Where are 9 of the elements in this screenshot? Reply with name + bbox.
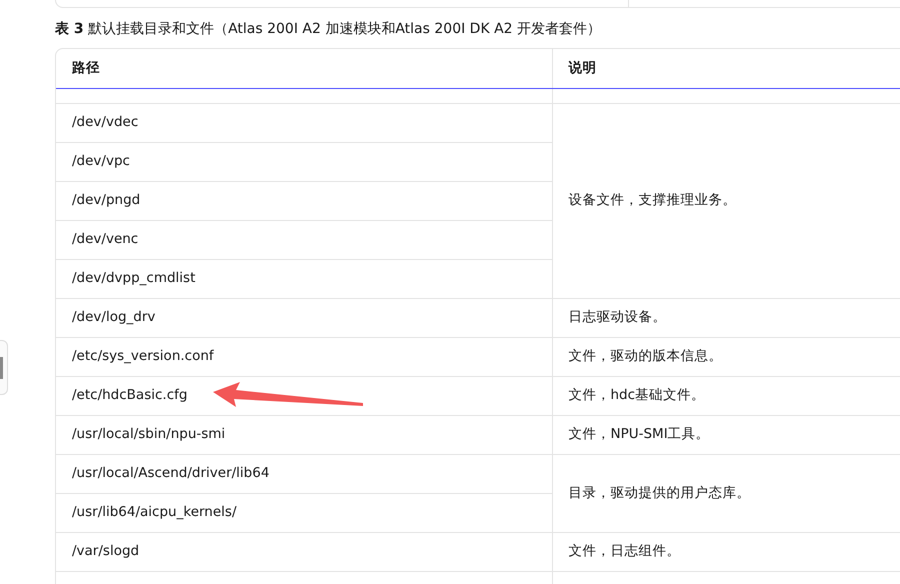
table-cell: /var/slogd (56, 532, 552, 571)
table-cell: /dev/log_drv (56, 298, 552, 337)
table-caption: 表 3 默认挂载目录和文件（Atlas 200I A2 加速模块和Atlas 200I DK A2 开发者套件） (55, 20, 602, 39)
table-cell: /usr/local/sbin/npu-smi (56, 415, 552, 454)
table-cell: /dev/vdec (56, 103, 552, 142)
column-header: 路径 (56, 49, 552, 88)
table-cell: /etc/sys_version.conf (56, 337, 552, 376)
handle-icon (0, 357, 3, 379)
table-cell: /usr/local/Ascend/driver/lib64 (56, 454, 552, 493)
